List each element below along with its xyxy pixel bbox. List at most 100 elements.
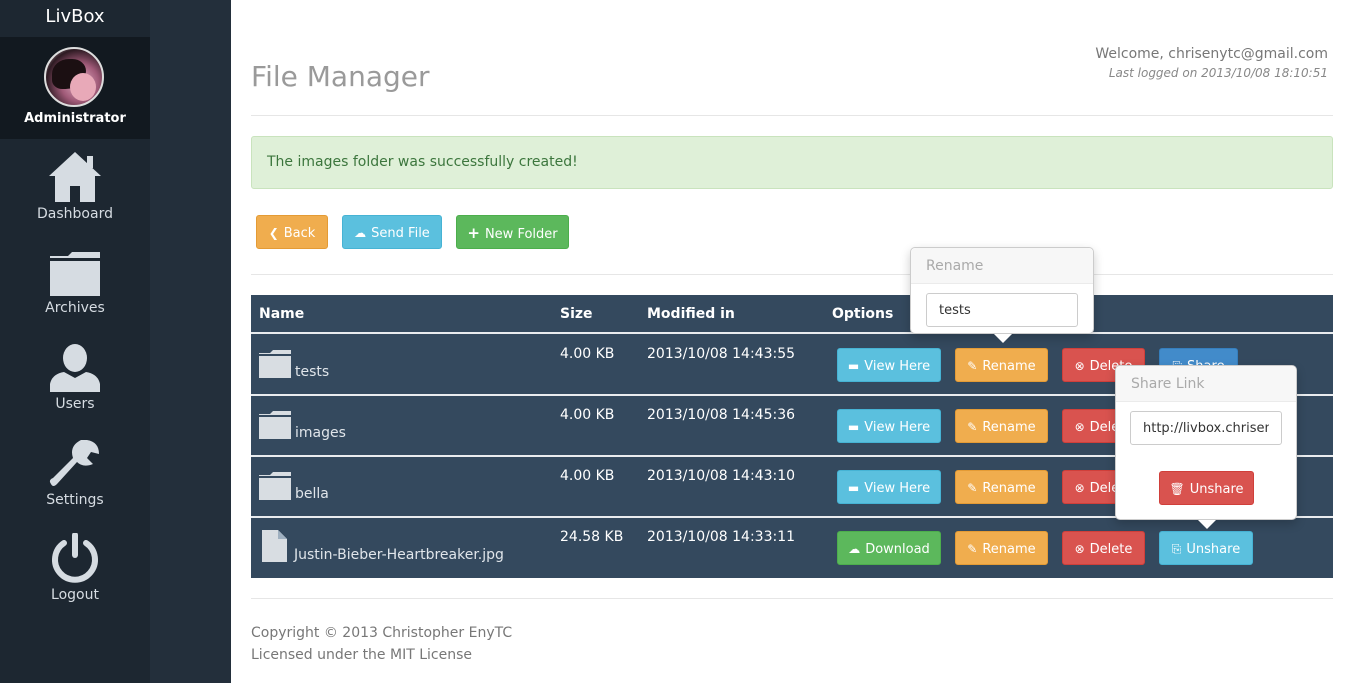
rename-button[interactable]: ✎ Rename <box>955 348 1048 382</box>
file-icon <box>262 530 287 562</box>
remove-circle-icon: ⊗ <box>1074 420 1085 434</box>
rename-button[interactable]: ✎ Rename <box>955 409 1048 443</box>
footer: Copyright © 2013 Christopher EnyTC Licen… <box>251 622 512 666</box>
folder-icon <box>259 472 291 500</box>
avatar[interactable] <box>44 47 104 107</box>
remove-circle-icon: ⊗ <box>1074 481 1085 495</box>
sidebar-item-label: Logout <box>51 587 99 603</box>
license-text[interactable]: Licensed under the MIT License <box>251 644 512 666</box>
popover-title: Rename <box>911 248 1093 284</box>
share-link-input[interactable] <box>1130 411 1282 445</box>
folder-icon <box>259 411 291 439</box>
file-modified: 2013/10/08 14:33:11 <box>647 529 796 545</box>
file-modified: 2013/10/08 14:43:10 <box>647 468 796 484</box>
rename-button[interactable]: ✎ Rename <box>955 531 1048 565</box>
file-size: 4.00 KB <box>560 346 615 362</box>
sidebar-item-settings[interactable]: Settings <box>0 438 150 508</box>
divider <box>251 115 1333 116</box>
pencil-icon: ✎ <box>967 542 978 556</box>
column-header-size[interactable]: Size <box>560 306 593 322</box>
view-here-button[interactable]: ▬ View Here <box>837 409 941 443</box>
download-label: Download <box>865 542 930 557</box>
sidebar-item-label: Dashboard <box>37 206 113 222</box>
user-panel: Administrator <box>0 37 150 139</box>
sidebar-item-label: Settings <box>46 492 104 508</box>
home-icon <box>49 152 101 202</box>
sidebar-item-label: Archives <box>45 300 105 316</box>
file-name[interactable]: images <box>295 425 346 441</box>
folder-icon <box>50 252 100 296</box>
delete-label: Delete <box>1089 542 1133 557</box>
folder-open-icon: ▬ <box>847 359 860 373</box>
unshare-label: Unshare <box>1186 542 1241 557</box>
remove-circle-icon: ⊗ <box>1074 542 1085 556</box>
send-file-label: Send File <box>371 226 430 241</box>
pencil-icon: ✎ <box>967 420 978 434</box>
rename-label: Rename <box>982 359 1036 374</box>
unshare-button[interactable]: ⎘ Unshare <box>1159 531 1253 565</box>
wrench-icon <box>49 440 99 486</box>
row-divider <box>251 332 1333 334</box>
sidebar-item-users[interactable]: Users <box>0 344 150 412</box>
file-name[interactable]: bella <box>295 486 329 502</box>
pencil-icon: ✎ <box>967 481 978 495</box>
file-modified: 2013/10/08 14:45:36 <box>647 407 796 423</box>
folder-open-icon: ▬ <box>847 420 860 434</box>
cloud-download-icon: ☁ <box>848 542 861 556</box>
popover-title: Share Link <box>1116 366 1296 402</box>
page-title: File Manager <box>251 60 430 93</box>
last-logged-text: Last logged on 2013/10/08 18:10:51 <box>1108 66 1328 80</box>
sidebar-item-dashboard[interactable]: Dashboard <box>0 152 150 222</box>
plus-icon: + <box>467 224 480 242</box>
download-button[interactable]: ☁ Download <box>837 531 941 565</box>
folder-open-icon: ▬ <box>847 481 860 495</box>
unshare-link-button[interactable]: 🗑 Unshare <box>1159 471 1254 505</box>
back-label: Back <box>283 226 316 241</box>
success-alert: The images folder was successfully creat… <box>251 136 1333 189</box>
column-header-options: Options <box>832 306 894 322</box>
divider <box>251 274 1333 275</box>
sidebar-item-label: Users <box>55 396 95 412</box>
brand-logo[interactable]: LivBox <box>0 0 150 37</box>
file-name[interactable]: Justin-Bieber-Heartbreaker.jpg <box>294 547 504 563</box>
rename-label: Rename <box>982 481 1036 496</box>
rename-button[interactable]: ✎ Rename <box>955 470 1048 504</box>
back-button[interactable]: ❮ Back <box>256 215 328 249</box>
column-header-modified[interactable]: Modified in <box>647 306 735 322</box>
pencil-icon: ✎ <box>967 359 978 373</box>
rename-input[interactable] <box>926 293 1078 327</box>
view-here-button[interactable]: ▬ View Here <box>837 348 941 382</box>
popover-arrow <box>1198 520 1216 529</box>
share-link-popover: Share Link 🗑 Unshare <box>1115 365 1297 529</box>
file-size: 4.00 KB <box>560 407 615 423</box>
paperclip-icon: ⎘ <box>1171 542 1182 556</box>
rename-label: Rename <box>982 542 1036 557</box>
divider <box>251 598 1333 599</box>
send-file-button[interactable]: ☁ Send File <box>342 215 442 249</box>
folder-icon <box>259 350 291 378</box>
chevron-left-icon: ❮ <box>268 226 279 240</box>
sidebar-gutter <box>150 0 231 683</box>
new-folder-button[interactable]: + New Folder <box>456 215 569 249</box>
power-icon <box>52 533 98 583</box>
view-here-button[interactable]: ▬ View Here <box>837 470 941 504</box>
rename-popover: Rename <box>910 247 1094 343</box>
welcome-block: Welcome, chrisenytc@gmail.com Last logge… <box>1095 46 1328 80</box>
cloud-upload-icon: ☁ <box>354 226 367 240</box>
sidebar-item-archives[interactable]: Archives <box>0 252 150 316</box>
new-folder-label: New Folder <box>484 227 558 242</box>
file-modified: 2013/10/08 14:43:55 <box>647 346 796 362</box>
trash-icon: 🗑 <box>1169 482 1185 496</box>
file-size: 4.00 KB <box>560 468 615 484</box>
user-icon <box>50 344 100 392</box>
rename-label: Rename <box>982 420 1036 435</box>
file-name[interactable]: tests <box>295 364 329 380</box>
user-role: Administrator <box>24 111 126 126</box>
file-size: 24.58 KB <box>560 529 624 545</box>
column-header-name[interactable]: Name <box>259 306 304 322</box>
sidebar-item-logout[interactable]: Logout <box>0 533 150 603</box>
view-here-label: View Here <box>864 359 931 374</box>
popover-arrow <box>994 334 1012 343</box>
delete-button[interactable]: ⊗ Delete <box>1062 531 1145 565</box>
view-here-label: View Here <box>864 481 931 496</box>
